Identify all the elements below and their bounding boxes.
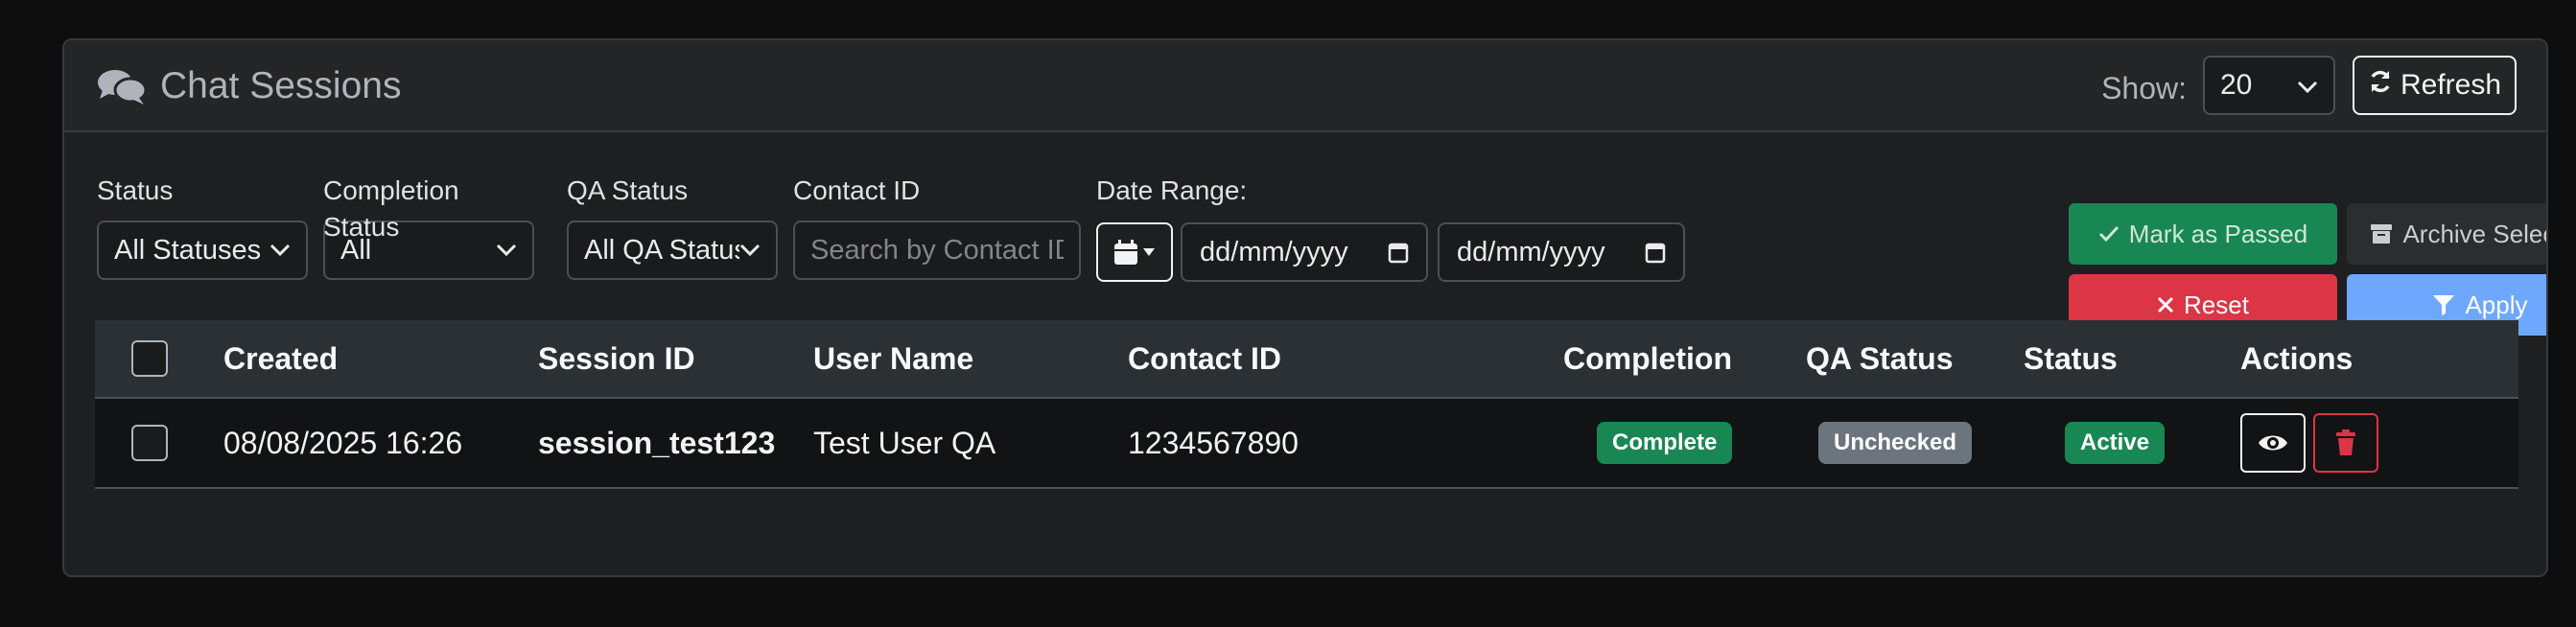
caret-down-icon (1143, 248, 1155, 256)
contact-id-placeholder: Search by Contact ID (810, 234, 1064, 266)
contact-id-search-input[interactable]: Search by Contact ID (793, 221, 1081, 280)
archive-selected-label: Archive Selected (2402, 219, 2546, 248)
mark-as-passed-button[interactable]: Mark as Passed (2069, 203, 2337, 265)
completion-filter-label: Completion Status (323, 175, 459, 242)
chevron-down-icon (2297, 69, 2318, 102)
card-header: Chat Sessions Show: 20 Refresh (64, 40, 2546, 132)
qa-filter-select[interactable]: All QA Statuses (567, 221, 778, 280)
qa-filter-group: QA Status All QA Statuses (567, 173, 778, 280)
date-range-label: Date Range: (1096, 175, 1248, 205)
chevron-down-icon (739, 244, 761, 257)
qa-filter-value: All QA Statuses (584, 234, 739, 266)
refresh-button[interactable]: Refresh (2353, 56, 2517, 115)
status-filter-group: Status All Statuses (97, 173, 308, 280)
calendar-icon (1645, 243, 1666, 264)
filter-bar: Status All Statuses Completion Status Al… (64, 134, 2546, 336)
start-date-value: dd/mm/yyyy (1200, 236, 1348, 267)
close-icon (2157, 296, 2174, 314)
mark-as-passed-label: Mark as Passed (2128, 219, 2308, 248)
status-filter-value: All Statuses (114, 234, 262, 266)
row-select-cell (131, 399, 168, 487)
column-contact-id[interactable]: Contact ID (1128, 320, 1281, 397)
status-filter-select[interactable]: All Statuses (97, 221, 308, 280)
column-status[interactable]: Status (2024, 320, 2118, 397)
delete-session-button[interactable] (2313, 413, 2378, 473)
user-name-cell: Test User QA (813, 425, 996, 460)
date-preset-dropdown-button[interactable] (1096, 222, 1173, 282)
page-size-value: 20 (2220, 69, 2253, 101)
select-all-checkbox[interactable] (131, 340, 168, 377)
column-qa-status[interactable]: QA Status (1806, 320, 1954, 397)
filter-icon (2433, 295, 2455, 315)
check-icon (2098, 225, 2119, 243)
session-id-cell: session_test123 (538, 425, 776, 460)
refresh-label: Refresh (2400, 69, 2502, 101)
created-cell: 08/08/2025 16:26 (223, 425, 463, 460)
sessions-table: Created Session ID User Name Contact ID … (95, 320, 2518, 489)
status-cell: Active (2065, 399, 2166, 487)
eye-icon (2259, 435, 2287, 451)
archive-icon (2371, 224, 2393, 244)
archive-selected-button[interactable]: Archive Selected (2347, 203, 2546, 265)
calendar-icon (1114, 240, 1137, 265)
column-completion[interactable]: Completion (1563, 320, 1732, 397)
refresh-icon (2368, 69, 2393, 102)
page-title-text: Chat Sessions (160, 65, 402, 106)
start-date-input[interactable]: dd/mm/yyyy (1181, 222, 1428, 282)
table-row[interactable]: 08/08/2025 16:26 session_test123 Test Us… (95, 399, 2518, 489)
table-header-row: Created Session ID User Name Contact ID … (95, 320, 2518, 399)
end-date-value: dd/mm/yyyy (1457, 236, 1605, 267)
contact-filter-label: Contact ID (793, 175, 921, 205)
completion-badge: Complete (1597, 422, 1733, 464)
completion-filter-value: All (340, 234, 372, 266)
show-label: Show: (2101, 71, 2187, 105)
chevron-down-icon (269, 244, 291, 257)
chat-sessions-card: Chat Sessions Show: 20 Refresh Status Al… (62, 38, 2548, 577)
qa-filter-label: QA Status (567, 175, 689, 205)
comments-icon (97, 67, 147, 105)
qa-status-cell: Unchecked (1818, 399, 1973, 487)
column-actions: Actions (2240, 340, 2354, 376)
chevron-down-icon (496, 244, 517, 257)
contact-id-cell: 1234567890 (1128, 425, 1299, 460)
actions-cell (2240, 399, 2378, 487)
view-session-button[interactable] (2240, 413, 2306, 473)
select-all-cell (131, 320, 168, 397)
column-session-id[interactable]: Session ID (538, 320, 695, 397)
reset-label: Reset (2184, 290, 2249, 319)
date-range-group: Date Range: (1096, 173, 1480, 209)
end-date-input[interactable]: dd/mm/yyyy (1438, 222, 1685, 282)
apply-label: Apply (2465, 290, 2528, 319)
status-badge: Active (2065, 422, 2166, 464)
column-user-name[interactable]: User Name (813, 320, 973, 397)
status-filter-label: Status (97, 175, 174, 205)
row-select-checkbox[interactable] (131, 425, 168, 461)
qa-status-badge: Unchecked (1818, 422, 1973, 464)
completion-filter-group: Completion Status All (323, 173, 534, 280)
completion-cell: Complete (1597, 399, 1733, 487)
page-title: Chat Sessions (97, 63, 401, 109)
contact-filter-group: Contact ID Search by Contact ID (793, 173, 1081, 280)
page-size-select[interactable]: 20 (2203, 56, 2335, 115)
calendar-icon (1388, 243, 1409, 264)
column-created[interactable]: Created (223, 320, 338, 397)
trash-icon (2336, 430, 2355, 455)
